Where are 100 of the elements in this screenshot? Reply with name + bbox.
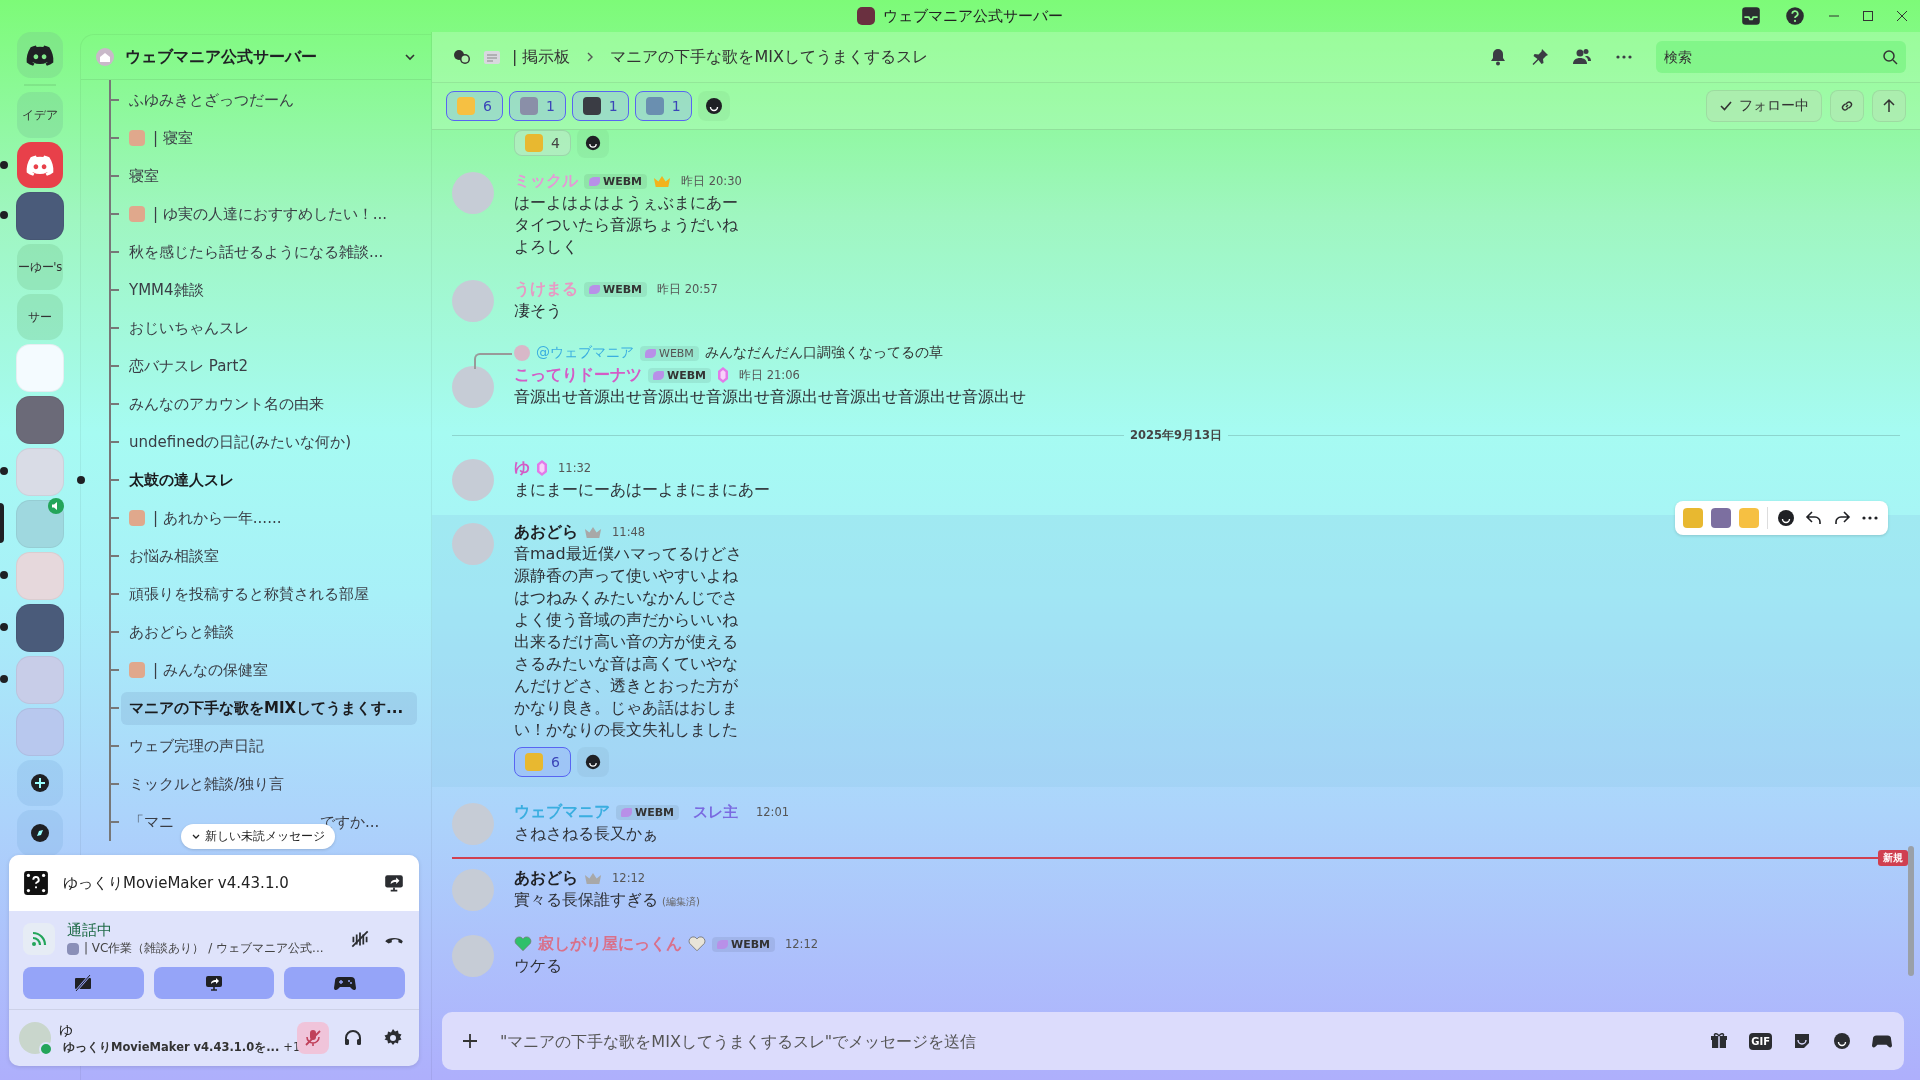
close-icon[interactable] bbox=[1896, 10, 1908, 22]
reaction-button[interactable]: 1 bbox=[508, 91, 566, 121]
thread-item[interactable]: undefinedの日記(みたいな何か) bbox=[121, 425, 417, 459]
message-text: 音源出せ音源出せ音源出せ音源出せ音源出せ音源出せ音源出せ音源出せ bbox=[514, 387, 1026, 406]
plus-icon[interactable] bbox=[460, 1031, 480, 1051]
thread-item[interactable]: | 寝室 bbox=[121, 121, 417, 155]
add-reaction-button[interactable] bbox=[576, 130, 609, 158]
add-reaction-button[interactable] bbox=[576, 747, 609, 777]
message-text: はーよはよはようぇぶまにあー bbox=[514, 193, 738, 212]
reaction-button[interactable]: 6 bbox=[446, 91, 503, 121]
link-button[interactable] bbox=[1830, 90, 1864, 122]
thread-owner-label: スレ主 bbox=[693, 802, 738, 822]
help-icon[interactable] bbox=[1784, 5, 1806, 27]
thread-item[interactable]: おじいちゃんスレ bbox=[121, 311, 417, 345]
timestamp: 昨日 20:30 bbox=[681, 173, 742, 189]
noise-suppression-icon[interactable] bbox=[349, 928, 371, 950]
screen-share-icon[interactable] bbox=[383, 872, 405, 894]
add-server-button[interactable] bbox=[17, 760, 63, 806]
server-picture-placeholder[interactable] bbox=[16, 192, 64, 240]
thread-item[interactable]: 秋を感じたら話せるようになる雑談... bbox=[121, 235, 417, 269]
reaction-button[interactable]: 1 bbox=[571, 91, 629, 121]
emoji-icon bbox=[129, 510, 145, 526]
server-button[interactable]: ーゆー's bbox=[17, 244, 63, 290]
emoji-icon bbox=[525, 134, 543, 152]
voice-channel-name[interactable]: | VC作業（雑談あり） / ウェブマニア公式... bbox=[84, 940, 324, 957]
logo-icon bbox=[26, 154, 54, 176]
gif-button[interactable]: GIF bbox=[1749, 1032, 1772, 1050]
server-item[interactable]: サー bbox=[0, 294, 80, 340]
smiley-icon bbox=[703, 96, 724, 116]
thread-item[interactable]: ふゆみきとざっつだーん bbox=[121, 83, 417, 117]
thread-item[interactable]: ミックルと雑談/独り言 bbox=[121, 767, 417, 801]
activity-button[interactable] bbox=[284, 967, 405, 999]
following-button[interactable]: フォロー中 bbox=[1706, 90, 1822, 122]
camera-off-button[interactable] bbox=[23, 967, 144, 999]
thread-name: | ゆ実の人達におすすめしたい！... bbox=[153, 204, 388, 224]
microphone-button[interactable] bbox=[297, 1022, 329, 1054]
search-field[interactable]: 検索 bbox=[1656, 41, 1906, 73]
message-text: タイついたら音源ちょうだいね bbox=[514, 215, 738, 234]
server-item[interactable]: ーゆー's bbox=[0, 244, 80, 290]
emoji-icon[interactable] bbox=[1832, 1031, 1852, 1051]
add-reaction-button[interactable] bbox=[697, 91, 730, 121]
emoji-icon bbox=[129, 130, 145, 146]
thread-item[interactable]: ウェブ完理の声日記 bbox=[121, 729, 417, 763]
thread-item[interactable]: あおどらと雑談 bbox=[121, 615, 417, 649]
server-button[interactable]: サー bbox=[17, 294, 63, 340]
screen-share-button[interactable] bbox=[153, 967, 275, 999]
sticker-icon[interactable] bbox=[1792, 1031, 1812, 1051]
timestamp: 昨日 20:57 bbox=[657, 281, 718, 297]
reply-preview[interactable]: みんなだんだん口調強くなってるの草 bbox=[704, 344, 943, 362]
threads-icon[interactable] bbox=[452, 47, 472, 67]
thread-name: | あれから一年...... bbox=[153, 508, 282, 528]
add-reaction-icon[interactable] bbox=[1776, 508, 1796, 528]
thread-item[interactable]: | あれから一年...... bbox=[121, 501, 417, 535]
inbox-icon[interactable] bbox=[1740, 5, 1762, 27]
thread-name: 恋バナスレ Part2 bbox=[129, 356, 248, 376]
thread-item[interactable]: | ゆ実の人達におすすめしたい！... bbox=[121, 197, 417, 231]
maximize-icon[interactable] bbox=[1862, 10, 1874, 22]
bell-icon[interactable] bbox=[1488, 47, 1508, 67]
thread-item[interactable]: | みんなの保健室 bbox=[121, 653, 417, 687]
forum-name[interactable]: | 掲示板 bbox=[512, 46, 571, 68]
thread-item[interactable]: みんなのアカウント名の由来 bbox=[121, 387, 417, 421]
message-text: さねさねる長又かぁ bbox=[514, 824, 658, 843]
username[interactable]: あおどら bbox=[514, 867, 578, 889]
thumbs-up-icon[interactable] bbox=[1739, 508, 1759, 528]
signal-icon bbox=[23, 923, 55, 955]
thread-item[interactable]: お悩み相談室 bbox=[121, 539, 417, 573]
crown-icon bbox=[584, 525, 602, 539]
server-button[interactable] bbox=[17, 142, 63, 188]
scrollbar[interactable] bbox=[1908, 846, 1914, 976]
online-status-icon bbox=[39, 1042, 53, 1056]
unread-indicator bbox=[0, 211, 8, 219]
new-unread-messages-toast[interactable]: 新しい未読メッセージ bbox=[181, 824, 335, 849]
gem-icon bbox=[536, 459, 548, 477]
scroll-up-button[interactable] bbox=[1872, 90, 1906, 122]
thread-item[interactable]: 寝室 bbox=[121, 159, 417, 193]
server-picture-placeholder[interactable] bbox=[16, 396, 64, 444]
members-icon[interactable] bbox=[1572, 47, 1592, 67]
server-button[interactable]: イデア bbox=[17, 92, 63, 138]
home-button[interactable] bbox=[17, 32, 63, 78]
edited-label: (編集済) bbox=[662, 896, 700, 907]
thread-item[interactable]: マニアの下手な歌をMIXしてうまくす... bbox=[121, 691, 417, 725]
message-input[interactable]: "マニアの下手な歌をMIXしてうまくするスレ"でメッセージを送信 GIF bbox=[442, 1012, 1904, 1070]
thread-item[interactable]: 太鼓の達人スレ bbox=[121, 463, 417, 497]
thread-item[interactable]: 恋バナスレ Part2 bbox=[121, 349, 417, 383]
thread-item[interactable]: YMM4雑談 bbox=[121, 273, 417, 307]
pin-icon[interactable] bbox=[1530, 47, 1550, 67]
check-icon bbox=[1719, 99, 1733, 113]
server-item[interactable]: イデア bbox=[0, 92, 80, 138]
emoji-icon bbox=[519, 97, 538, 115]
reaction-button[interactable]: 6 bbox=[514, 747, 571, 777]
reaction-button[interactable]: 4 bbox=[514, 130, 571, 156]
reaction-button[interactable]: 1 bbox=[634, 91, 692, 121]
emoji-icon bbox=[457, 97, 475, 115]
thread-item[interactable]: 頑張りを投稿すると称賛される部屋 bbox=[121, 577, 417, 611]
server-picture-placeholder[interactable] bbox=[16, 604, 64, 652]
explore-button[interactable] bbox=[17, 810, 63, 856]
username[interactable]: あおどら bbox=[514, 521, 578, 543]
unread-indicator bbox=[0, 467, 8, 475]
gift-icon[interactable] bbox=[1709, 1031, 1730, 1051]
server-name[interactable]: ウェブマニア公式サーバー bbox=[125, 46, 393, 68]
